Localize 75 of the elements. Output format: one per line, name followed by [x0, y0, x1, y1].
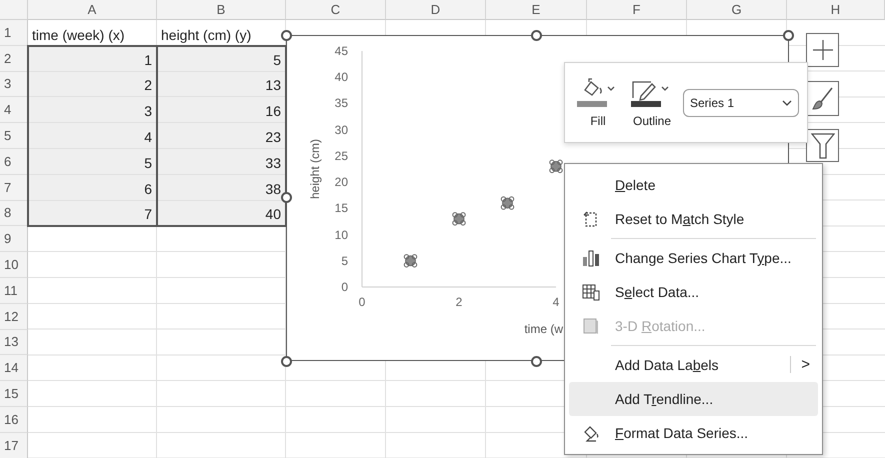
fill-button[interactable]: Fill: [575, 76, 621, 130]
row-header[interactable]: 15: [0, 381, 28, 407]
chart-styles-button[interactable]: [806, 81, 839, 116]
row-header[interactable]: 17: [0, 432, 28, 458]
data-point[interactable]: [549, 160, 563, 174]
table-cell[interactable]: 5: [28, 148, 157, 175]
table-cell[interactable]: 1: [28, 46, 157, 72]
data-point[interactable]: [500, 196, 514, 210]
x-tick-label: 0: [358, 295, 366, 309]
menu-item[interactable]: Add Trendline...: [569, 382, 818, 416]
row-header[interactable]: 8: [0, 200, 28, 226]
table-cell[interactable]: time (week) (x): [32, 26, 125, 43]
plus-icon: [812, 39, 834, 61]
row-header[interactable]: 14: [0, 355, 28, 382]
column-header[interactable]: B: [157, 0, 286, 20]
column-header[interactable]: H: [787, 0, 885, 20]
x-tick-label: 2: [456, 295, 462, 309]
y-tick-label: 35: [334, 96, 348, 110]
y-tick-label: 10: [334, 228, 348, 242]
series-dropdown[interactable]: Series 1: [683, 88, 799, 116]
row-header[interactable]: 10: [0, 252, 28, 278]
row-header[interactable]: 7: [0, 174, 28, 201]
paintbrush-icon: [812, 86, 834, 110]
table-cell[interactable]: 23: [157, 123, 286, 149]
row-header[interactable]: 11: [0, 278, 28, 304]
table-cell[interactable]: 38: [157, 174, 286, 201]
table-cell[interactable]: 6: [28, 174, 157, 201]
column-header[interactable]: F: [587, 0, 687, 20]
data-point[interactable]: [452, 212, 466, 226]
table-cell[interactable]: 33: [157, 148, 286, 175]
table-cell[interactable]: height (cm) (y): [161, 26, 252, 43]
row-header[interactable]: 1: [0, 20, 28, 46]
column-header[interactable]: A: [28, 0, 157, 20]
chart-filter-button[interactable]: [806, 129, 839, 162]
bar-chart-icon: [582, 248, 600, 267]
menu-item[interactable]: Format Data Series...: [569, 416, 818, 450]
row-header[interactable]: 3: [0, 72, 28, 98]
funnel-icon: [810, 132, 834, 158]
y-tick-label: 40: [334, 70, 348, 84]
y-tick-label: 25: [334, 148, 348, 163]
table-cell[interactable]: 2: [28, 72, 157, 98]
data-point[interactable]: [404, 254, 418, 268]
y-tick-label: 30: [334, 122, 348, 137]
row-header[interactable]: 4: [0, 97, 28, 124]
paint-bucket-icon: [582, 424, 600, 442]
x-tick-label: 4: [552, 295, 560, 309]
column-header[interactable]: D: [386, 0, 486, 20]
table-cell[interactable]: 7: [28, 200, 157, 226]
table-cell[interactable]: 5: [157, 46, 286, 72]
table-cell[interactable]: 4: [28, 123, 157, 149]
y-tick-label: 5: [341, 254, 348, 268]
column-header[interactable]: C: [286, 0, 386, 20]
add-element-button[interactable]: [806, 33, 839, 67]
y-axis-title: height (cm): [308, 138, 322, 200]
row-header[interactable]: 9: [0, 226, 28, 252]
column-header[interactable]: E: [486, 0, 587, 20]
row-header[interactable]: 2: [0, 46, 28, 72]
y-tick-label: 15: [334, 201, 348, 216]
y-tick-label: 45: [334, 44, 348, 58]
row-header[interactable]: 13: [0, 330, 28, 356]
outline-button[interactable]: Outline: [629, 76, 675, 130]
table-cell[interactable]: 40: [157, 200, 286, 226]
y-tick-label: 20: [334, 175, 348, 190]
x-axis-title: time (w: [524, 322, 563, 336]
table-cell[interactable]: 13: [157, 72, 286, 98]
table-cell[interactable]: 3: [28, 97, 157, 124]
table-cell[interactable]: 16: [157, 97, 286, 124]
row-header[interactable]: 12: [0, 304, 28, 330]
table-icon: [582, 282, 600, 301]
y-tick-label: 0: [341, 280, 348, 294]
row-header[interactable]: 6: [0, 148, 28, 175]
row-header[interactable]: 16: [0, 406, 28, 433]
column-header[interactable]: G: [687, 0, 787, 20]
chevron-down-icon: [782, 100, 792, 106]
row-header[interactable]: 5: [0, 123, 28, 149]
